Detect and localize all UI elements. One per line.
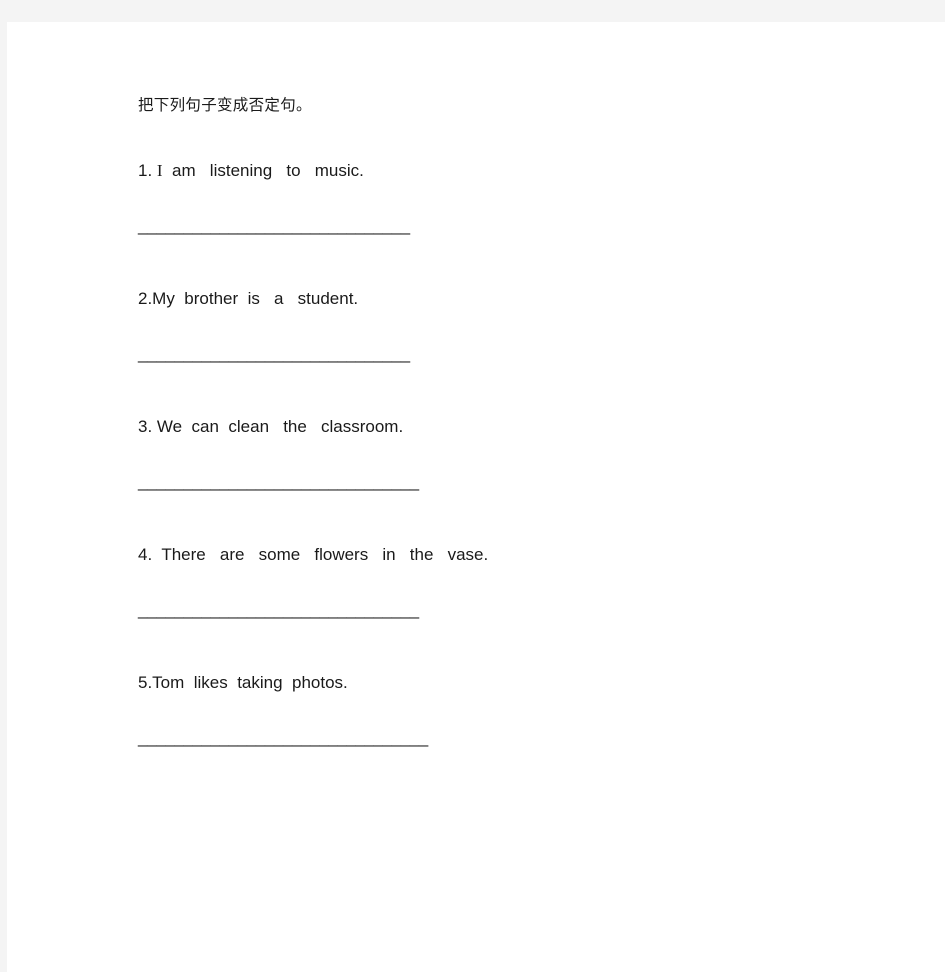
question-text: 1. I am listening to music. <box>138 160 918 182</box>
top-chrome-band <box>0 0 945 22</box>
instruction-heading: 把下列句子变成否定句。 <box>138 96 312 114</box>
question-item: 4. There are some flowers in the vase. _… <box>138 487 918 618</box>
question-item: 3. We can clean the classroom. _________… <box>138 359 918 490</box>
answer-blank-line[interactable]: _______________________________ <box>138 566 918 618</box>
question-body: am listening to music. <box>162 161 364 180</box>
question-text: 5.Tom likes taking photos. <box>138 673 348 692</box>
question-item: 5.Tom likes taking photos. _____________… <box>138 615 918 746</box>
question-item: 2.My brother is a student. _____________… <box>138 231 918 362</box>
question-number: 1. <box>138 161 157 180</box>
document-sheet: 把下列句子变成否定句。 1. I am listening to music. … <box>7 22 945 972</box>
question-text: 4. There are some flowers in the vase. <box>138 545 489 564</box>
question-item: 1. I am listening to music. ____________… <box>138 115 918 234</box>
answer-blank-line[interactable]: _______________________________ <box>138 438 918 490</box>
question-text: 3. We can clean the classroom. <box>138 417 404 436</box>
question-text: 2.My brother is a student. <box>138 289 359 308</box>
answer-blank-line[interactable]: ______________________________ <box>138 182 918 234</box>
left-chrome-band <box>0 22 7 972</box>
document-content: 把下列句子变成否定句。 1. I am listening to music. … <box>138 22 918 746</box>
page-viewport: 把下列句子变成否定句。 1. I am listening to music. … <box>0 0 945 972</box>
answer-blank-line[interactable]: ________________________________ <box>138 694 918 746</box>
answer-blank-line[interactable]: ______________________________ <box>138 310 918 362</box>
